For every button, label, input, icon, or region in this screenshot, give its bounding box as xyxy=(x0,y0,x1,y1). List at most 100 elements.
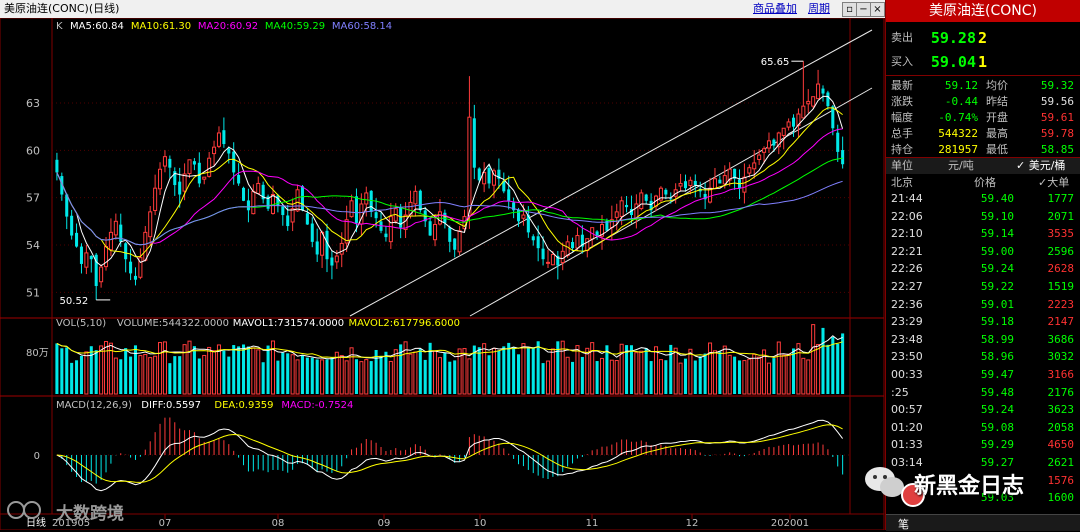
volume-bar xyxy=(658,359,663,395)
candle-body xyxy=(722,175,727,185)
unit-alt-toggle[interactable]: ✓ 美元/桶 xyxy=(1016,158,1065,174)
volume-bar xyxy=(99,345,104,395)
stat-label: 最高 xyxy=(986,127,1008,140)
tick-volume: 2596 xyxy=(1047,244,1075,258)
x-tick-label: 08 xyxy=(272,518,285,529)
candle-body xyxy=(187,159,192,174)
candle-body xyxy=(182,173,187,192)
volume-bar xyxy=(614,360,619,395)
stat-value: 59.78 xyxy=(1040,127,1074,140)
ticks-time-header: 北京 xyxy=(891,176,913,189)
x-tick-label: 07 xyxy=(159,518,172,529)
candle-body xyxy=(831,106,835,129)
candle-body xyxy=(507,189,511,201)
ticks-price-header: 价格 xyxy=(974,176,996,189)
candle-body xyxy=(669,198,673,200)
candle-body xyxy=(162,156,167,167)
volume-bar xyxy=(276,360,280,394)
candle-body xyxy=(89,255,93,260)
candle-body xyxy=(742,176,747,193)
volume-bar xyxy=(497,350,501,394)
stat-label: 总手 xyxy=(891,127,913,140)
candle-body xyxy=(806,100,811,105)
candle-body xyxy=(571,242,575,249)
stat-value: 281957 xyxy=(938,143,978,156)
candle-body xyxy=(752,162,757,170)
volume-bar xyxy=(831,337,835,394)
volume-bar xyxy=(103,341,109,395)
volume-bar xyxy=(733,356,737,394)
volume-bar xyxy=(698,356,702,394)
volume-legend: MAVOL1:731574.0000 xyxy=(233,318,344,329)
volume-bar xyxy=(251,347,256,395)
volume-bar xyxy=(133,345,138,394)
candle-body xyxy=(433,223,438,241)
candle-body xyxy=(487,168,491,184)
x-tick-label: 12 xyxy=(686,518,699,529)
candle-body xyxy=(693,180,697,186)
volume-bar xyxy=(334,351,339,395)
quote-panel: 美原油连(CONC) 卖出 59.28 2 买入 59.04 1 最新 59.12… xyxy=(885,0,1080,531)
tick-volume: 2147 xyxy=(1047,315,1075,329)
unit-label: 单位 xyxy=(891,159,913,172)
candle-body xyxy=(521,214,526,219)
volume-bar xyxy=(796,343,801,395)
price-grid: 63 60 57 54 51 xyxy=(26,97,850,299)
candle-body xyxy=(354,196,358,223)
tick-time: 22:10 xyxy=(891,227,923,241)
candle-body xyxy=(772,139,776,146)
stat-value: -0.44 xyxy=(944,95,978,108)
bid-row: 买入 59.04 1 xyxy=(886,52,1080,72)
volume-bar xyxy=(619,343,624,395)
volume-bar xyxy=(786,353,791,395)
candle-body xyxy=(286,215,290,227)
tick-time: 00:33 xyxy=(891,368,923,381)
candle-body xyxy=(678,182,683,187)
candle-body xyxy=(585,238,590,251)
macd-legend: MACD(12,26,9) xyxy=(56,400,132,411)
kline-chart[interactable]: 63 60 57 54 51 65.65 50.52 K MA5:60.84 MA10:61.3… xyxy=(0,18,885,530)
volume-bar xyxy=(339,355,344,395)
volume-bar xyxy=(718,351,722,394)
candle-body xyxy=(364,192,369,205)
tick-volume: 2176 xyxy=(1047,385,1075,399)
volume-bar xyxy=(703,353,707,394)
candle-body xyxy=(816,83,821,100)
volume-bar xyxy=(300,355,304,394)
x-tick-label: 11 xyxy=(586,518,599,529)
volume-bar xyxy=(737,360,742,394)
candle-body xyxy=(192,161,196,165)
volume-bar xyxy=(192,346,196,394)
tick-volume: 2071 xyxy=(1047,209,1075,223)
volume-bar xyxy=(693,360,697,394)
minimize-icon[interactable]: − xyxy=(856,2,871,17)
candle-body xyxy=(531,236,535,241)
overlay-commodity-link[interactable]: 商品叠加 xyxy=(753,0,797,18)
candle-body xyxy=(836,132,840,152)
candle-body xyxy=(148,211,153,238)
candle-body xyxy=(639,192,644,210)
candle-body xyxy=(310,223,314,242)
tick-volume: 3166 xyxy=(1047,368,1075,381)
period-link[interactable]: 周期 xyxy=(808,0,830,18)
unit-value[interactable]: 元/吨 xyxy=(948,158,974,174)
tick-row: 21:44 59.40 1777 xyxy=(886,192,1080,209)
volume-bars xyxy=(55,324,845,395)
tick-row: 22:21 59.00 2596 xyxy=(886,245,1080,262)
volume-bar xyxy=(364,359,369,395)
candle-body xyxy=(315,241,319,255)
close-icon[interactable]: × xyxy=(870,2,885,17)
candle-body xyxy=(349,200,354,218)
ticks-bigorder-toggle[interactable]: ✓大单 xyxy=(1038,175,1069,191)
tick-price: 59.24 xyxy=(980,403,1014,417)
stat-label: 涨跌 xyxy=(891,95,913,108)
restore-icon[interactable]: ▫ xyxy=(842,2,857,17)
candle-body xyxy=(619,200,624,217)
volume-bar xyxy=(742,360,747,395)
candle-body xyxy=(70,215,74,236)
y-tick-label: 60 xyxy=(26,144,40,157)
candle-body xyxy=(413,190,418,205)
candle-body xyxy=(276,195,280,206)
volume-bar xyxy=(708,342,713,395)
tick-time: 22:36 xyxy=(891,297,923,311)
